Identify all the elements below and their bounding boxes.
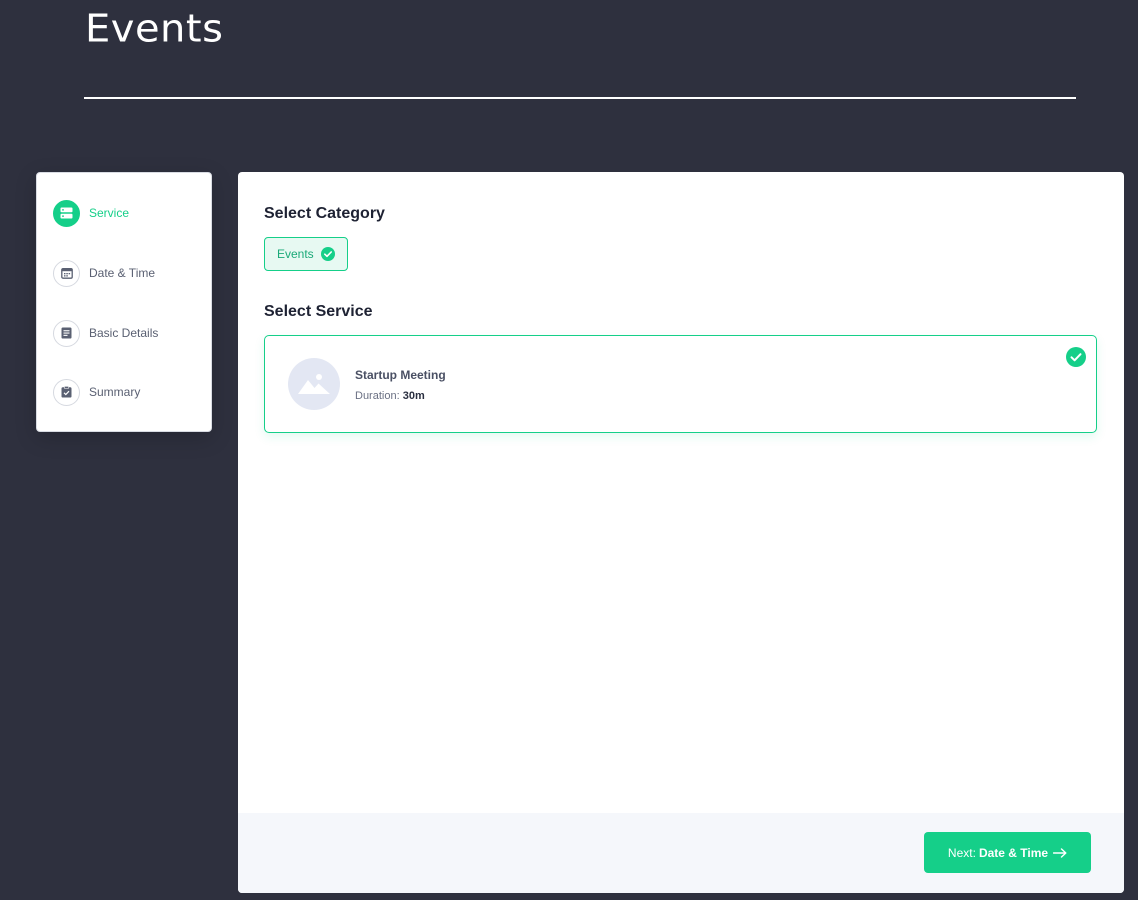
service-icon [53, 199, 80, 227]
booking-stepper: Service Date & Time Basic Details Summar… [36, 172, 212, 432]
image-placeholder-icon [288, 358, 340, 410]
check-circle-icon [1066, 347, 1086, 367]
duration-label: Duration: [355, 390, 400, 402]
main-panel: Select Category Events Select Service St… [238, 172, 1124, 893]
arrow-right-icon [1053, 847, 1067, 858]
category-heading: Select Category [264, 205, 385, 222]
service-heading: Select Service [264, 303, 373, 320]
clipboard-check-icon [53, 378, 80, 406]
service-duration: Duration: 30m [355, 390, 425, 402]
step-label: Basic Details [89, 326, 159, 340]
step-label: Date & Time [89, 266, 156, 280]
step-date-time[interactable]: Date & Time [53, 259, 155, 287]
category-chip-events[interactable]: Events [264, 237, 348, 271]
panel-footer: Next: Date & Time [238, 813, 1124, 893]
step-summary[interactable]: Summary [53, 378, 140, 406]
document-icon [53, 319, 80, 347]
step-service[interactable]: Service [53, 199, 129, 227]
step-label: Service [89, 206, 130, 220]
calendar-icon [53, 259, 80, 287]
step-label: Summary [89, 385, 141, 399]
service-card-startup-meeting[interactable]: Startup Meeting Duration: 30m [264, 335, 1097, 433]
category-chip-label: Events [277, 247, 314, 261]
next-button[interactable]: Next: Date & Time [924, 832, 1091, 873]
next-target: Date & Time [978, 845, 1049, 860]
check-circle-icon [320, 247, 335, 261]
service-name: Startup Meeting [355, 368, 446, 382]
next-prefix: Next: [947, 845, 976, 860]
title-divider [84, 97, 1076, 99]
page-title: Events [85, 7, 224, 51]
duration-value: 30m [402, 390, 425, 402]
step-basic-details[interactable]: Basic Details [53, 319, 158, 347]
